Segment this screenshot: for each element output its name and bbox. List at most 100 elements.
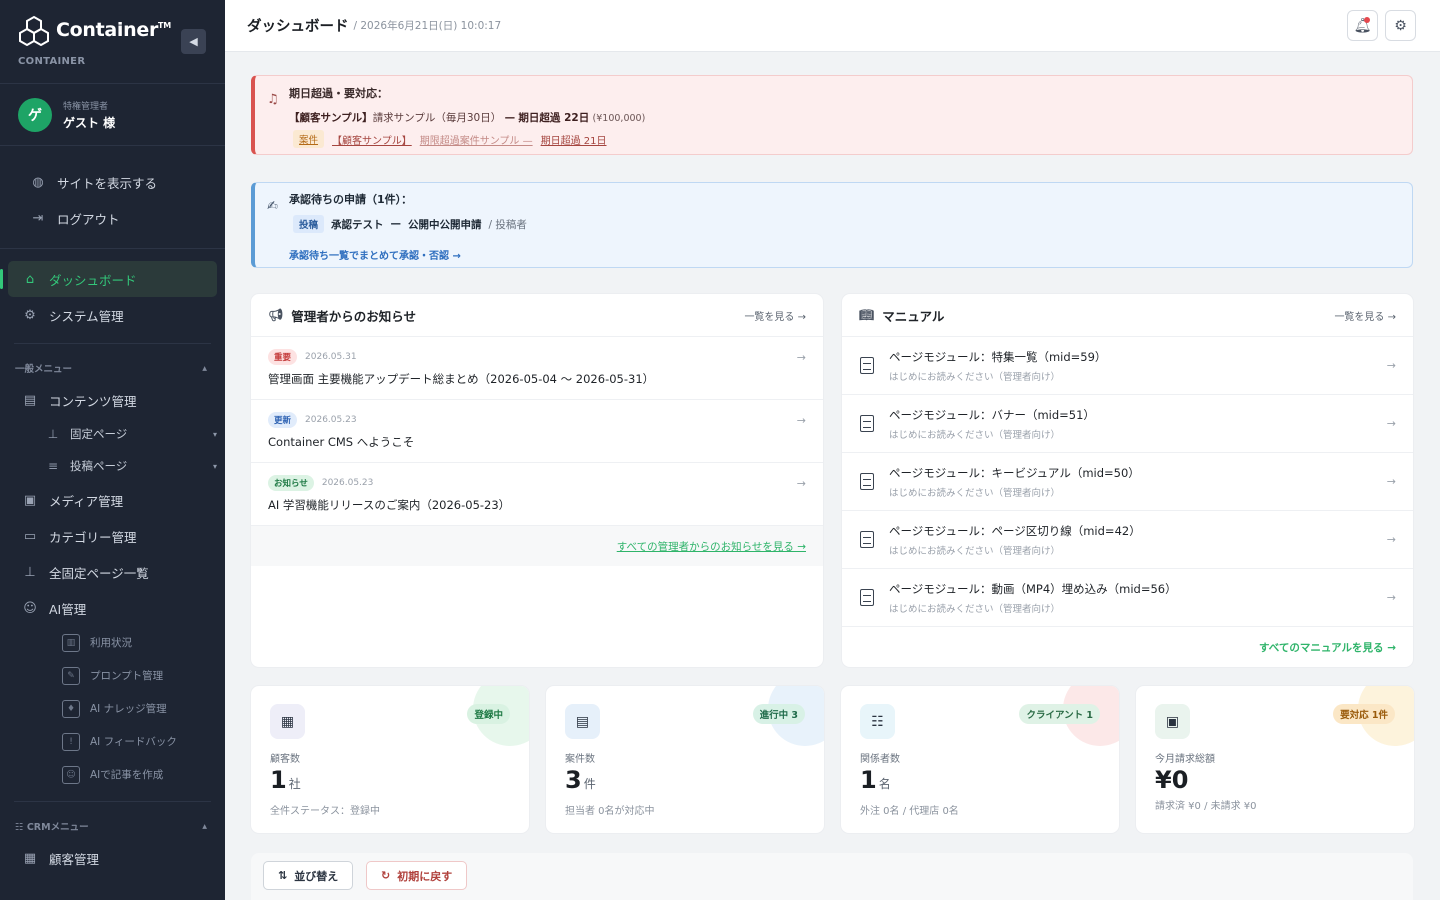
manual-item-category: はじめにお読みください（管理者向け）	[889, 429, 1061, 441]
users-icon: ☷	[15, 822, 27, 833]
widget-toolbar: ⇅ 並び替え ↻ 初期に戻す	[251, 853, 1413, 900]
all-news-link[interactable]: すべての管理者からのお知らせを見る →	[251, 526, 823, 566]
approval-alert: ✍ 承認待ちの申請（1件）： 投稿 承認テスト — 公開中公開申請 / 投稿者 …	[251, 182, 1413, 268]
building-icon: ▦	[23, 850, 37, 866]
document-icon: ▤	[23, 392, 37, 408]
arrow-right-icon: →	[796, 477, 806, 490]
nav-view-site[interactable]: ◍ サイトを表示する	[0, 164, 225, 200]
case-status-link[interactable]: 期日超過 21日	[541, 132, 607, 147]
active-indicator	[0, 269, 3, 289]
page-title: ダッシュボード	[247, 19, 349, 35]
nav-dashboard-label: ダッシュボード	[49, 272, 137, 288]
overdue-item-invoice[interactable]: 【顧客サンプル】請求サンプル（毎月30日） — 期日超過 22日 (¥100,0…	[289, 110, 645, 125]
case-customer-link[interactable]: 【顧客サンプル】	[332, 132, 412, 147]
case-tag: 案件	[293, 130, 325, 148]
user-name: ゲスト 様	[63, 115, 116, 130]
all-manuals-link[interactable]: すべてのマニュアルを見る →	[842, 627, 1413, 667]
nav-system[interactable]: ⚙ システム管理	[0, 297, 225, 333]
nav-logout[interactable]: ⇥ ログアウト	[0, 200, 225, 236]
pin-icon: ⊥	[24, 564, 36, 580]
nav-ai-usage[interactable]: ▥ 利用状況	[0, 626, 225, 659]
manual-item[interactable]: ページモジュール：ページ区切り線（mid=42） はじめにお読みください（管理者向…	[842, 511, 1413, 569]
sidebar: ContainerTM CONTAINER ◀ ゲ 特権管理者 ゲスト 様 ◍ …	[0, 0, 225, 900]
nav-fixed-pages[interactable]: ⊥ 固定ページ ▾	[0, 418, 225, 450]
manual-item[interactable]: ページモジュール：動画（MP4）埋め込み（mid=56） はじめにお読みください（…	[842, 569, 1413, 627]
nav-ai-feedback[interactable]: ! AI フィードバック	[0, 725, 225, 758]
stat-card-invoices[interactable]: ▣ 要対応 1件 今月請求総額 ¥0 請求済 ¥0 / 未請求 ¥0	[1136, 686, 1414, 833]
account-nav: ◍ サイトを表示する ⇥ ログアウト	[0, 146, 225, 249]
overdue-alert-title: 期日超過・要対応：	[289, 87, 388, 100]
chevron-down-icon: ▾	[212, 461, 217, 471]
settings-button[interactable]: ⚙	[1385, 10, 1416, 41]
nav-view-site-label: サイトを表示する	[57, 175, 158, 191]
arrow-right-icon: →	[1386, 417, 1396, 430]
news-item[interactable]: お知らせ 2026.05.23 AI 学習機能リリースのご案内（2026-05-…	[251, 463, 823, 526]
stat-label: 関係者数	[860, 754, 900, 765]
chevron-up-icon: ▴	[202, 362, 207, 374]
stat-footnote: 担当者 0名が対応中	[565, 806, 655, 817]
news-view-all-link[interactable]: 一覧を見る →	[744, 308, 806, 323]
crm-menu-toggle[interactable]: ☷ CRMメニュー ▴	[0, 812, 225, 840]
nav-post-pages-label: 投稿ページ	[70, 459, 128, 473]
news-item[interactable]: 重要 2026.05.31 管理画面 主要機能アップデート総まとめ（2026-0…	[251, 337, 823, 400]
overdue-item-case[interactable]: 案件 【顧客サンプル】 期限超過案件サンプル — 期日超過 21日	[293, 130, 607, 148]
nav-ai-usage-label: 利用状況	[90, 637, 132, 649]
nav-media[interactable]: ▣ メディア管理	[0, 482, 225, 518]
image-icon: ▣	[23, 492, 37, 508]
nav-content[interactable]: ▤ コンテンツ管理	[0, 382, 225, 418]
stat-value: ¥0	[1155, 766, 1189, 794]
user-role: 特権管理者	[63, 101, 109, 112]
notifications-button[interactable]: 🔔︎	[1347, 10, 1378, 41]
status-badge: 進行中 3	[752, 704, 805, 724]
nav-category-label: カテゴリー管理	[49, 529, 137, 545]
reset-button[interactable]: ↻ 初期に戻す	[366, 861, 468, 890]
document-icon	[860, 531, 874, 548]
manual-view-all-link[interactable]: 一覧を見る →	[1334, 308, 1396, 323]
manual-item-category: はじめにお読みください（管理者向け）	[889, 371, 1061, 383]
general-menu-toggle[interactable]: 一般メニュー ▴	[0, 354, 225, 382]
stat-card-customers[interactable]: ▦ 登録中 顧客数 1社 全件ステータス：登録中	[251, 686, 529, 833]
nav-category[interactable]: ▭ カテゴリー管理	[0, 518, 225, 554]
notification-dot	[1364, 17, 1370, 23]
arrow-right-icon: →	[1386, 359, 1396, 372]
nav-ai[interactable]: ☺ AI管理	[0, 590, 225, 626]
document-icon	[860, 473, 874, 490]
document-icon	[860, 357, 874, 374]
manual-item[interactable]: ページモジュール：バナー（mid=51） はじめにお読みください（管理者向け） →	[842, 395, 1413, 453]
nav-ai-knowledge[interactable]: ♦ AI ナレッジ管理	[0, 692, 225, 725]
approval-list-link[interactable]: 承認待ち一覧でまとめて承認・否認 →	[289, 247, 461, 262]
nav-dashboard[interactable]: ⌂ ダッシュボード	[0, 261, 217, 297]
nav-ai-label: AI管理	[49, 601, 87, 617]
nav-content-label: コンテンツ管理	[49, 393, 137, 409]
user-edit-icon: ✍	[267, 199, 278, 214]
nav-ai-create-article[interactable]: ☺ AIで記事を作成	[0, 758, 225, 791]
admin-news-panel: 📢︎ 管理者からのお知らせ 一覧を見る → 重要 2026.05.31 管理画面 …	[251, 294, 823, 667]
user-profile: ゲ 特権管理者 ゲスト 様	[0, 84, 225, 146]
stat-card-cases[interactable]: ▤ 進行中 3 案件数 3件 担当者 0名が対応中	[546, 686, 824, 833]
chevron-down-icon: ▾	[212, 429, 217, 439]
manual-item[interactable]: ページモジュール：特集一覧（mid=59） はじめにお読みください（管理者向け） …	[842, 337, 1413, 395]
nav-all-fixed-pages[interactable]: ⊥ 全固定ページ一覧	[0, 554, 225, 590]
reset-button-label: 初期に戻す	[397, 869, 453, 883]
nav-post-pages[interactable]: ≡ 投稿ページ ▾	[0, 450, 225, 482]
stat-value: 1名	[860, 766, 891, 794]
nav-ai-prompts[interactable]: ✎ プロンプト管理	[0, 659, 225, 692]
collapse-sidebar-button[interactable]: ◀	[181, 29, 206, 54]
divider	[14, 343, 211, 344]
status-badge: 要対応 1件	[1333, 704, 1395, 724]
case-title-link[interactable]: 期限超過案件サンプル —	[420, 132, 533, 147]
globe-icon: ◍	[32, 174, 44, 190]
stat-card-contacts[interactable]: ☷ クライアント 1 関係者数 1名 外注 0名 / 代理店 0名	[841, 686, 1119, 833]
approval-alert-title: 承認待ちの申請（1件）：	[289, 193, 413, 206]
approval-item[interactable]: 投稿 承認テスト — 公開中公開申請 / 投稿者	[293, 215, 527, 233]
thumbs-up-icon: ♦	[62, 699, 80, 718]
admin-news-title: 管理者からのお知らせ	[291, 308, 416, 324]
sort-button[interactable]: ⇅ 並び替え	[263, 861, 354, 890]
news-item[interactable]: 更新 2026.05.23 Container CMS へようこそ →	[251, 400, 823, 463]
manual-item-title: ページモジュール：ページ区切り線（mid=42）	[889, 523, 1141, 538]
news-title: AI 学習機能リリースのご案内（2026-05-23）	[268, 498, 511, 512]
building-icon: ▦	[270, 704, 305, 739]
nav-system-label: システム管理	[49, 308, 124, 324]
manual-item[interactable]: ページモジュール：キービジュアル（mid=50） はじめにお読みください（管理者向…	[842, 453, 1413, 511]
nav-customers[interactable]: ▦ 顧客管理	[0, 840, 225, 876]
